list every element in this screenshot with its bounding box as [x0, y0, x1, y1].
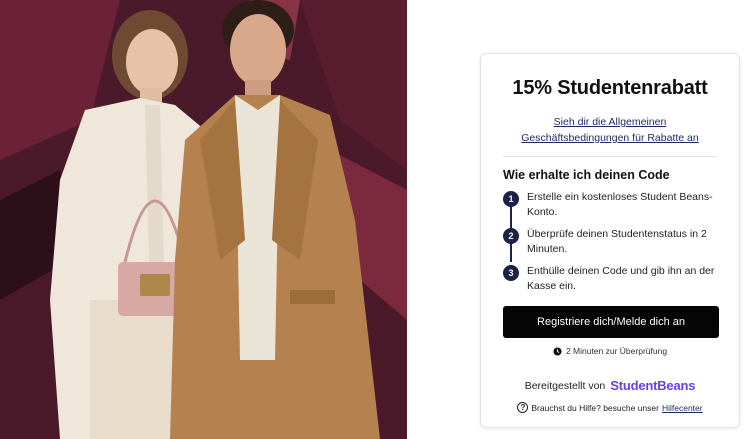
help-row: ? Brauchst du Hilfe? besuche unser Hilfe…: [503, 402, 717, 413]
help-center-link[interactable]: Hilfecenter: [662, 403, 703, 413]
step-3: 3 Enthülle deinen Code und gib ihn an de…: [503, 264, 717, 294]
step-2: 2 Überprüfe deinen Studentenstatus in 2 …: [503, 227, 717, 257]
step-1: 1 Erstelle ein kostenloses Student Beans…: [503, 190, 717, 220]
provided-by-label: Bereitgestellt von: [524, 379, 606, 392]
discount-card: 15% Studentenrabatt Sieh dir die Allgeme…: [480, 53, 740, 428]
terms-link[interactable]: Sieh dir die Allgemeinen Geschäftsbeding…: [503, 114, 717, 146]
steps-list: 1 Erstelle ein kostenloses Student Beans…: [503, 190, 717, 294]
step-text: Erstelle ein kostenloses Student Beans-K…: [527, 191, 713, 218]
help-text: Brauchst du Hilfe? besuche unser: [531, 402, 659, 413]
step-number-badge: 3: [503, 265, 519, 281]
verification-time-text: 2 Minuten zur Überprüfung: [565, 346, 668, 356]
question-icon: ?: [517, 402, 529, 413]
clock-icon: [553, 346, 562, 356]
verification-time-note: 2 Minuten zur Überprüfung: [503, 346, 717, 356]
step-number-badge: 2: [503, 228, 519, 244]
steps-title: Wie erhalte ich deinen Code: [503, 168, 670, 182]
studentbeans-logo: StudentBeans: [610, 378, 696, 393]
divider: [503, 156, 717, 157]
step-text: Überprüfe deinen Studentenstatus in 2 Mi…: [527, 228, 707, 255]
register-login-button[interactable]: Registriere dich/Melde dich an: [503, 306, 719, 338]
discount-title: 15% Studentenrabatt: [512, 77, 708, 99]
hero-image: [0, 0, 407, 439]
provided-by: Bereitgestellt von StudentBeans: [503, 378, 717, 393]
fashion-photo-illustration: [0, 0, 407, 439]
step-text: Enthülle deinen Code und gib ihn an der …: [527, 265, 715, 292]
step-number-badge: 1: [503, 191, 519, 207]
